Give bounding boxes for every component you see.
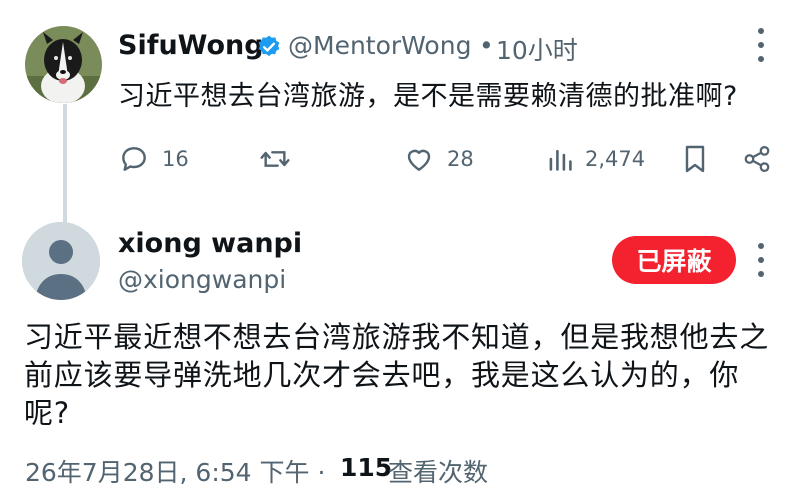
author-handle[interactable]: @MentorWong <box>288 31 471 60</box>
view-count: 2,474 <box>585 147 646 171</box>
verified-badge-icon <box>256 34 282 60</box>
reply-text: 习近平最近想不想去台湾旅游我不知道，但是我想他去之前应该要导弹洗地几次才会去吧，… <box>24 320 770 430</box>
tweet-time[interactable]: 10小时 <box>496 31 578 67</box>
default-avatar-icon[interactable] <box>22 222 100 300</box>
reply-button[interactable]: 16 <box>118 143 189 175</box>
bookmark-icon <box>685 145 705 173</box>
blocked-button[interactable]: 已屏蔽 <box>612 236 736 284</box>
tweet-text: 习近平想去台湾旅游，是不是需要赖清德的批准啊? <box>118 81 738 112</box>
reply-author-handle[interactable]: @xiongwanpi <box>118 265 286 294</box>
reply-author-name[interactable]: xiong wanpi <box>118 228 302 259</box>
share-button[interactable] <box>742 143 772 175</box>
reply-icon <box>122 147 146 171</box>
avatar-sifuwong[interactable] <box>25 26 102 103</box>
views-button[interactable]: 2,474 <box>547 143 645 175</box>
like-button[interactable]: 28 <box>403 143 474 175</box>
reply-view-label: 查看次数 <box>388 458 489 487</box>
more-icon[interactable] <box>755 243 767 277</box>
reply-view-count: 115 <box>340 453 393 482</box>
share-icon <box>744 146 770 172</box>
views-icon <box>549 149 572 171</box>
retweet-button[interactable] <box>258 143 292 175</box>
reply-timestamp[interactable]: 26年7月28日, 6:54 下午 · <box>25 453 325 489</box>
dog-avatar-icon <box>25 26 102 103</box>
like-icon <box>407 149 431 171</box>
like-count: 28 <box>447 147 474 171</box>
bookmark-button[interactable] <box>681 143 709 175</box>
reply-count: 16 <box>162 147 189 171</box>
separator-dot: • <box>479 31 494 60</box>
thread-connector-line <box>63 104 67 224</box>
more-icon[interactable] <box>755 28 767 62</box>
author-name[interactable]: SifuWong <box>118 30 264 61</box>
retweet-icon <box>260 151 290 167</box>
